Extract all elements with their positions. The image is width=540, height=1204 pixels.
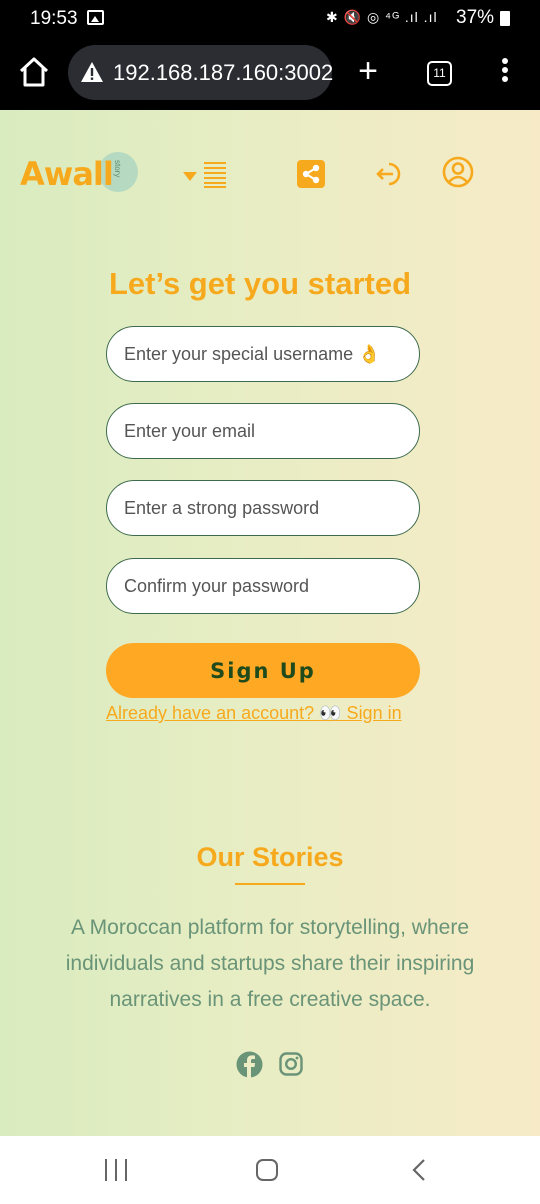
- battery-level: 37%: [456, 7, 495, 28]
- confirm-password-field[interactable]: [106, 558, 420, 614]
- status-time: 19:53: [30, 8, 78, 29]
- page-content: Awall story Let’s get you started Sign U…: [0, 110, 540, 1136]
- page-title: Let’s get you started: [108, 266, 412, 301]
- back-icon[interactable]: [411, 1159, 427, 1181]
- home-icon[interactable]: [17, 56, 51, 88]
- signin-link[interactable]: Already have an account? 👀 Sign in: [106, 703, 420, 724]
- footer-description: A Moroccan platform for storytelling, wh…: [65, 916, 475, 1011]
- email-field[interactable]: [106, 403, 420, 459]
- share-icon[interactable]: [297, 160, 325, 188]
- address-bar[interactable]: 192.168.187.160:3002: [68, 45, 334, 100]
- browser-toolbar: 192.168.187.160:3002 + 11: [0, 36, 540, 110]
- status-bar: 19:53 ✱ 🔇 ◎ ⁴ᴳ .ıl .ıl 37%: [0, 0, 540, 36]
- recents-icon[interactable]: [105, 1159, 129, 1181]
- user-circle-icon[interactable]: [442, 156, 474, 188]
- logo-tag: story: [113, 160, 122, 178]
- gallery-icon: [87, 10, 104, 25]
- footer-divider: [235, 883, 305, 885]
- status-indicators: ✱ 🔇 ◎ ⁴ᴳ .ıl .ıl: [326, 9, 438, 25]
- warning-icon[interactable]: [80, 61, 104, 83]
- signup-button[interactable]: Sign Up: [106, 643, 420, 698]
- username-field[interactable]: [106, 326, 420, 382]
- caret-down-icon[interactable]: [183, 172, 197, 181]
- list-icon[interactable]: [202, 160, 228, 188]
- facebook-icon[interactable]: [236, 1051, 263, 1078]
- logout-icon[interactable]: [375, 160, 405, 188]
- instagram-icon[interactable]: [279, 1052, 303, 1076]
- more-vert-icon[interactable]: [499, 58, 511, 86]
- new-tab-button[interactable]: +: [354, 54, 382, 88]
- awall-logo[interactable]: Awall story: [20, 152, 140, 200]
- android-navigation-bar: [0, 1136, 540, 1204]
- password-field[interactable]: [106, 480, 420, 536]
- battery-icon: [500, 11, 510, 26]
- tabs-count-button[interactable]: 11: [427, 61, 452, 86]
- home-icon[interactable]: [256, 1159, 278, 1181]
- url-text: 192.168.187.160:3002: [113, 60, 334, 85]
- footer-title: Our Stories: [196, 842, 344, 872]
- logo-text: Awall: [20, 155, 114, 193]
